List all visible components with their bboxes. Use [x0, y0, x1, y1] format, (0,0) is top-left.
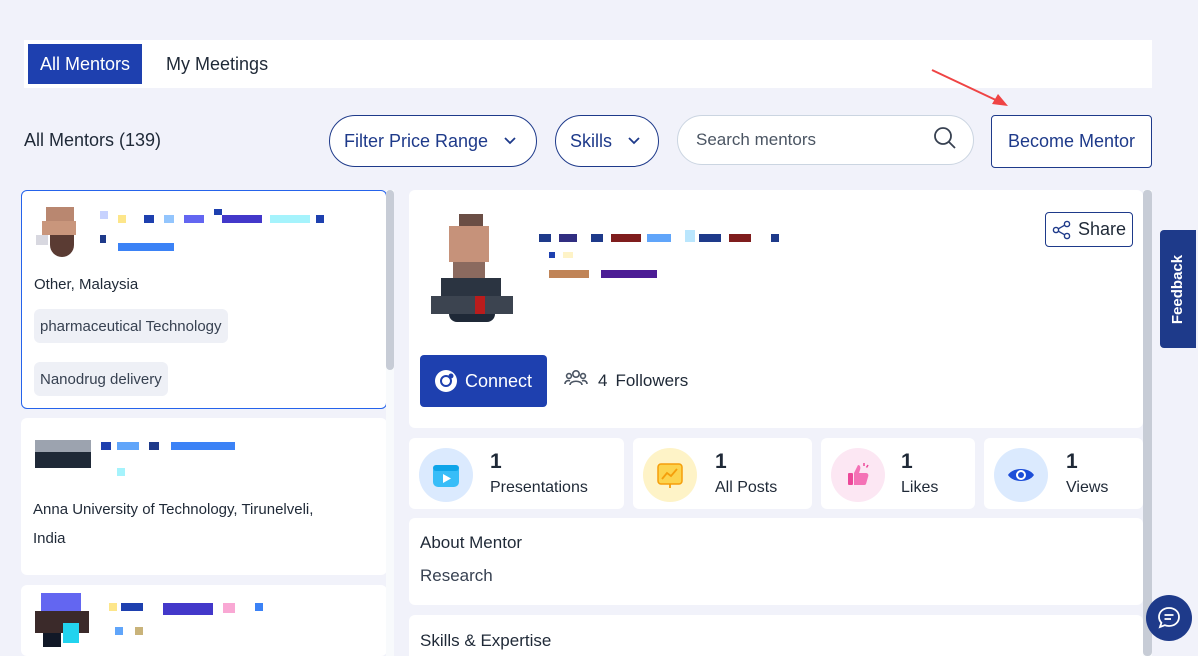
tab-all-mentors[interactable]: All Mentors [28, 44, 143, 84]
skills-heading: Skills & Expertise [420, 631, 552, 650]
mentor-name-redacted [99, 440, 249, 480]
filter-price-dropdown[interactable]: Filter Price Range [329, 115, 537, 167]
posts-icon [643, 448, 697, 502]
skills-dropdown[interactable]: Skills [555, 115, 659, 167]
avatar [35, 440, 91, 468]
share-icon [1052, 220, 1071, 239]
mentor-location-line: India [33, 530, 66, 547]
avatar [36, 205, 86, 259]
stat-label: Likes [901, 479, 939, 496]
tab-my-meetings[interactable]: My Meetings [154, 44, 280, 84]
mentor-location: Anna University of Technology, Tirunelve… [33, 495, 373, 553]
share-button[interactable]: Share [1045, 212, 1133, 247]
stat-likes[interactable]: 1 Likes [821, 438, 975, 509]
presentation-icon [419, 448, 473, 502]
about-mentor-section: About Mentor Research [409, 518, 1143, 605]
feedback-tab[interactable]: Feedback [1160, 230, 1196, 348]
mentor-name-redacted [105, 601, 265, 641]
avatar [35, 593, 89, 649]
chat-icon [1158, 607, 1180, 629]
profile-scrollbar[interactable] [1143, 190, 1152, 656]
skill-tag: Nanodrug delivery [34, 362, 168, 396]
list-scrollbar-thumb[interactable] [386, 190, 394, 370]
stat-value: 1 [715, 450, 727, 473]
search-input[interactable] [696, 130, 933, 150]
mentor-card[interactable] [21, 585, 387, 656]
stat-value: 1 [1066, 450, 1078, 473]
search-box [677, 115, 974, 165]
annotation-arrow [931, 69, 1008, 106]
followers-icon [564, 368, 588, 393]
followers-label: Followers [615, 370, 689, 390]
chevron-down-icon [504, 134, 516, 148]
mentor-location: Other, Malaysia [34, 276, 139, 293]
skill-tag: pharmaceutical Technology [34, 309, 228, 343]
mentors-count-title: All Mentors (139) [24, 130, 162, 150]
eye-icon [994, 448, 1048, 502]
stat-label: Views [1066, 479, 1109, 496]
about-text: Research [420, 566, 493, 585]
stat-value: 1 [901, 450, 913, 473]
stat-label: Presentations [490, 479, 588, 496]
become-mentor-button[interactable]: Become Mentor [991, 115, 1152, 168]
connect-label: Connect [464, 370, 533, 391]
followers-count: 4 [598, 370, 608, 390]
profile-avatar [431, 214, 517, 322]
stat-all-posts[interactable]: 1 All Posts [633, 438, 812, 509]
list-scrollbar[interactable] [386, 190, 394, 656]
about-heading: About Mentor [420, 533, 523, 552]
connect-button[interactable]: Connect [420, 355, 547, 407]
profile-scrollbar-thumb[interactable] [1143, 190, 1152, 656]
mentor-location-line: Anna University of Technology, Tirunelve… [33, 501, 314, 518]
share-label: Share [1077, 219, 1127, 239]
mentor-card[interactable]: Anna University of Technology, Tirunelve… [21, 418, 387, 575]
profile-name-redacted [539, 230, 799, 290]
stat-value: 1 [490, 450, 502, 473]
mentor-card[interactable]: Other, Malaysia pharmaceutical Technolog… [21, 190, 387, 409]
search-icon[interactable] [933, 126, 957, 155]
filter-price-label: Filter Price Range [344, 130, 489, 151]
skills-expertise-section: Skills & Expertise [409, 615, 1143, 656]
stat-label: All Posts [715, 479, 778, 496]
stat-presentations[interactable]: 1 Presentations [409, 438, 624, 509]
chat-button[interactable] [1146, 595, 1192, 641]
skills-label: Skills [570, 130, 613, 151]
chevron-down-icon [628, 134, 640, 148]
stat-views[interactable]: 1 Views [984, 438, 1143, 509]
mentor-name-redacted [100, 207, 330, 253]
followers-info: 4 Followers [564, 368, 688, 393]
thumbs-up-icon [831, 448, 885, 502]
feedback-label: Feedback [1169, 254, 1187, 324]
connect-icon [434, 370, 457, 392]
